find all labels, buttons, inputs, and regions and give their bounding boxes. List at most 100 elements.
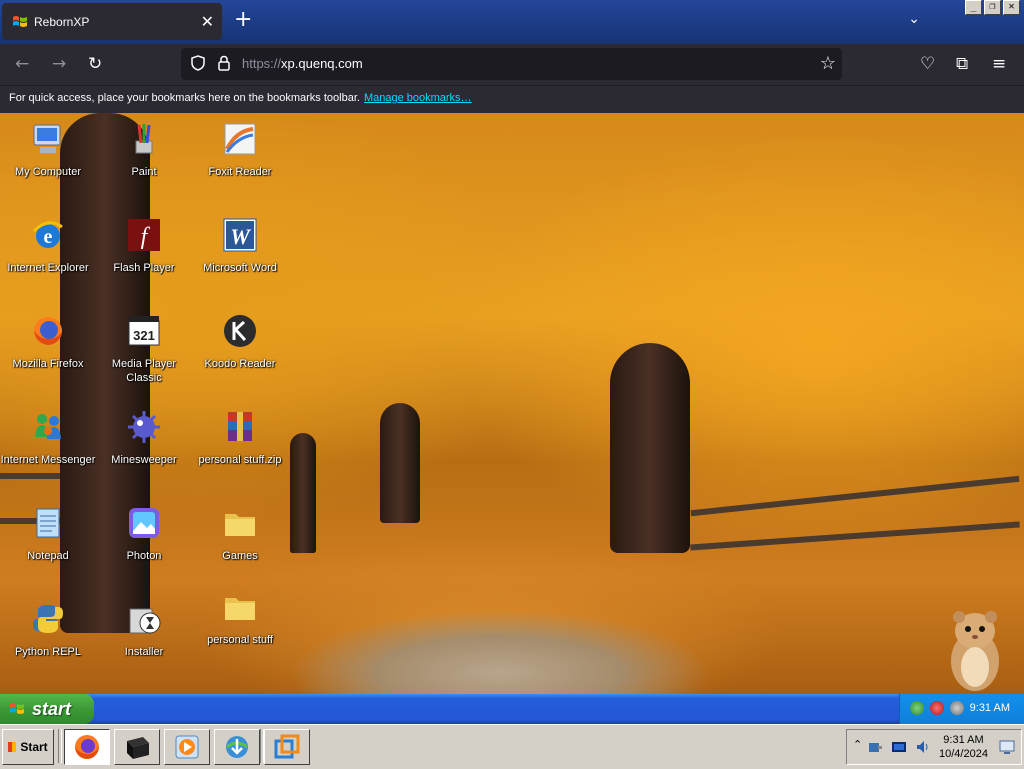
extensions-icon[interactable]: ⧉ — [956, 55, 968, 73]
icon-label: personal stuff — [207, 634, 273, 646]
fence-rail — [0, 473, 60, 479]
lock-icon[interactable] — [217, 55, 231, 71]
url-text[interactable]: https://xp.quenq.com — [242, 56, 363, 71]
usb-device-icon[interactable] — [867, 739, 883, 755]
icon-label: Python REPL — [14, 646, 82, 658]
koodo-reader-icon — [224, 315, 256, 347]
bookmarks-toolbar: For quick access, place your bookmarks h… — [0, 85, 1024, 113]
notepad-icon — [36, 508, 60, 538]
paint-icon — [135, 124, 153, 154]
display-icon[interactable] — [891, 739, 907, 755]
desktop-icon-photon[interactable]: Photon — [96, 505, 192, 563]
back-button[interactable]: ← — [15, 55, 29, 73]
shield-icon[interactable] — [190, 55, 206, 71]
desktop-icon-python-repl[interactable]: Python REPL — [0, 601, 96, 659]
messenger-icon — [35, 414, 61, 439]
tray-expand-icon[interactable]: ⌃ — [853, 738, 862, 751]
icon-label: Koodo Reader — [204, 358, 276, 370]
tree-trunk — [290, 433, 316, 553]
xp-desktop[interactable]: My Computer e Internet Explorer Mozilla … — [0, 113, 1024, 694]
navigation-toolbar: ← → ↻ https://xp.quenq.com ☆ ♡ ⧉ ≡ — [0, 44, 1024, 85]
microsoft-word-icon: W — [223, 218, 257, 252]
virtual-machine-icon — [274, 734, 300, 759]
host-clock[interactable]: 9:31 AM 10/4/2024 — [939, 733, 988, 761]
installer-icon — [129, 608, 161, 634]
desktop-icon-minesweeper[interactable]: Minesweeper — [96, 409, 192, 467]
desktop-icon-installer[interactable]: Installer — [96, 601, 192, 659]
xp-system-tray: 9:31 AM — [899, 694, 1024, 724]
hamster-mascot-icon[interactable] — [945, 603, 1005, 693]
internet-explorer-icon: e — [32, 221, 63, 248]
desktop-icon-microsoft-word[interactable]: W Microsoft Word — [192, 217, 288, 275]
desktop-icon-koodo-reader[interactable]: Koodo Reader — [192, 313, 288, 371]
close-window-button[interactable]: ✕ — [1003, 0, 1020, 15]
computer-icon — [33, 124, 61, 153]
host-start-label: Start — [20, 740, 48, 754]
desktop-icon-personal-stuff-zip[interactable]: personal stuff.zip — [192, 409, 288, 467]
terminal-icon — [127, 737, 149, 759]
pocket-icon[interactable]: ♡ — [920, 55, 935, 73]
icon-label: Media Player Classic — [111, 358, 177, 384]
desktop-icon-foxit-reader[interactable]: Foxit Reader — [192, 121, 288, 179]
icon-label: Photon — [126, 550, 162, 562]
icon-label: My Computer — [14, 166, 82, 178]
volume-icon[interactable] — [950, 701, 964, 715]
icon-label: Installer — [124, 646, 164, 658]
taskbar-download-manager-button[interactable] — [214, 729, 260, 765]
icon-label: Notepad — [27, 550, 69, 562]
bookmark-star-icon[interactable]: ☆ — [820, 53, 836, 74]
host-start-button[interactable]: Start — [2, 729, 54, 765]
desktop-icon-personal-stuff[interactable]: personal stuff — [192, 589, 288, 647]
host-time: 9:31 AM — [943, 734, 984, 746]
taskbar-media-player-button[interactable] — [164, 729, 210, 765]
taskbar-terminal-button[interactable] — [114, 729, 160, 765]
desktop-icon-games[interactable]: Games — [192, 505, 288, 563]
show-desktop-icon[interactable] — [999, 739, 1015, 755]
bookmarks-message: For quick access, place your bookmarks h… — [9, 92, 472, 104]
speaker-icon[interactable] — [915, 739, 931, 755]
folder-icon — [225, 598, 255, 620]
bookmarks-hint-text: For quick access, place your bookmarks h… — [9, 92, 360, 104]
flash-player-icon: f — [128, 219, 160, 251]
desktop-icon-internet-explorer[interactable]: e Internet Explorer — [0, 217, 96, 275]
manage-bookmarks-link[interactable]: Manage bookmarks… — [364, 92, 472, 104]
svg-text:e: e — [44, 226, 53, 248]
list-all-tabs-button[interactable]: ⌄ — [908, 11, 920, 27]
tab-close-icon[interactable]: ✕ — [201, 12, 214, 31]
desktop-icon-media-player-classic[interactable]: 321 Media Player Classic — [96, 313, 192, 385]
taskbar-virtual-machine-button[interactable] — [264, 729, 310, 765]
host-date: 10/4/2024 — [939, 748, 988, 760]
reload-button[interactable]: ↻ — [88, 55, 102, 73]
download-manager-icon — [226, 736, 248, 758]
window-controls: _ ❐ ✕ — [965, 0, 1020, 15]
menu-icon[interactable]: ≡ — [992, 55, 1006, 73]
url-bar[interactable]: https://xp.quenq.com ☆ — [181, 48, 842, 80]
xp-clock[interactable]: 9:31 AM — [970, 702, 1010, 714]
firefox-icon — [75, 735, 99, 759]
icon-label: Paint — [131, 166, 157, 178]
taskbar-firefox-button[interactable] — [64, 729, 110, 765]
xp-start-button[interactable]: start — [0, 694, 94, 724]
tab-title: RebornXP — [34, 14, 90, 29]
desktop-icon-paint[interactable]: Paint — [96, 121, 192, 179]
minimize-button[interactable]: _ — [965, 0, 982, 15]
network-icon[interactable] — [910, 701, 924, 715]
desktop-icon-notepad[interactable]: Notepad — [0, 505, 96, 563]
desktop-icon-firefox[interactable]: Mozilla Firefox — [0, 313, 96, 371]
xp-taskbar: start 9:31 AM — [0, 694, 1024, 724]
python-icon — [33, 605, 63, 633]
desktop-icon-flash-player[interactable]: f Flash Player — [96, 217, 192, 275]
icon-label: Games — [222, 550, 258, 562]
tab-rebornxp[interactable]: RebornXP ✕ — [2, 3, 222, 40]
foxit-reader-icon — [224, 123, 256, 155]
desktop-icon-my-computer[interactable]: My Computer — [0, 121, 96, 179]
host-system-tray: ⌃ 9:31 AM 10/4/2024 — [846, 729, 1022, 765]
svg-text:W: W — [230, 224, 251, 249]
restore-button[interactable]: ❐ — [984, 0, 1001, 15]
forward-button[interactable]: → — [52, 55, 66, 73]
desktop-icon-messenger[interactable]: Internet Messenger — [0, 409, 96, 467]
security-shield-icon[interactable] — [930, 701, 944, 715]
fence-rail — [690, 521, 1020, 551]
media-player-icon — [175, 735, 199, 759]
new-tab-button[interactable]: + — [234, 8, 252, 32]
